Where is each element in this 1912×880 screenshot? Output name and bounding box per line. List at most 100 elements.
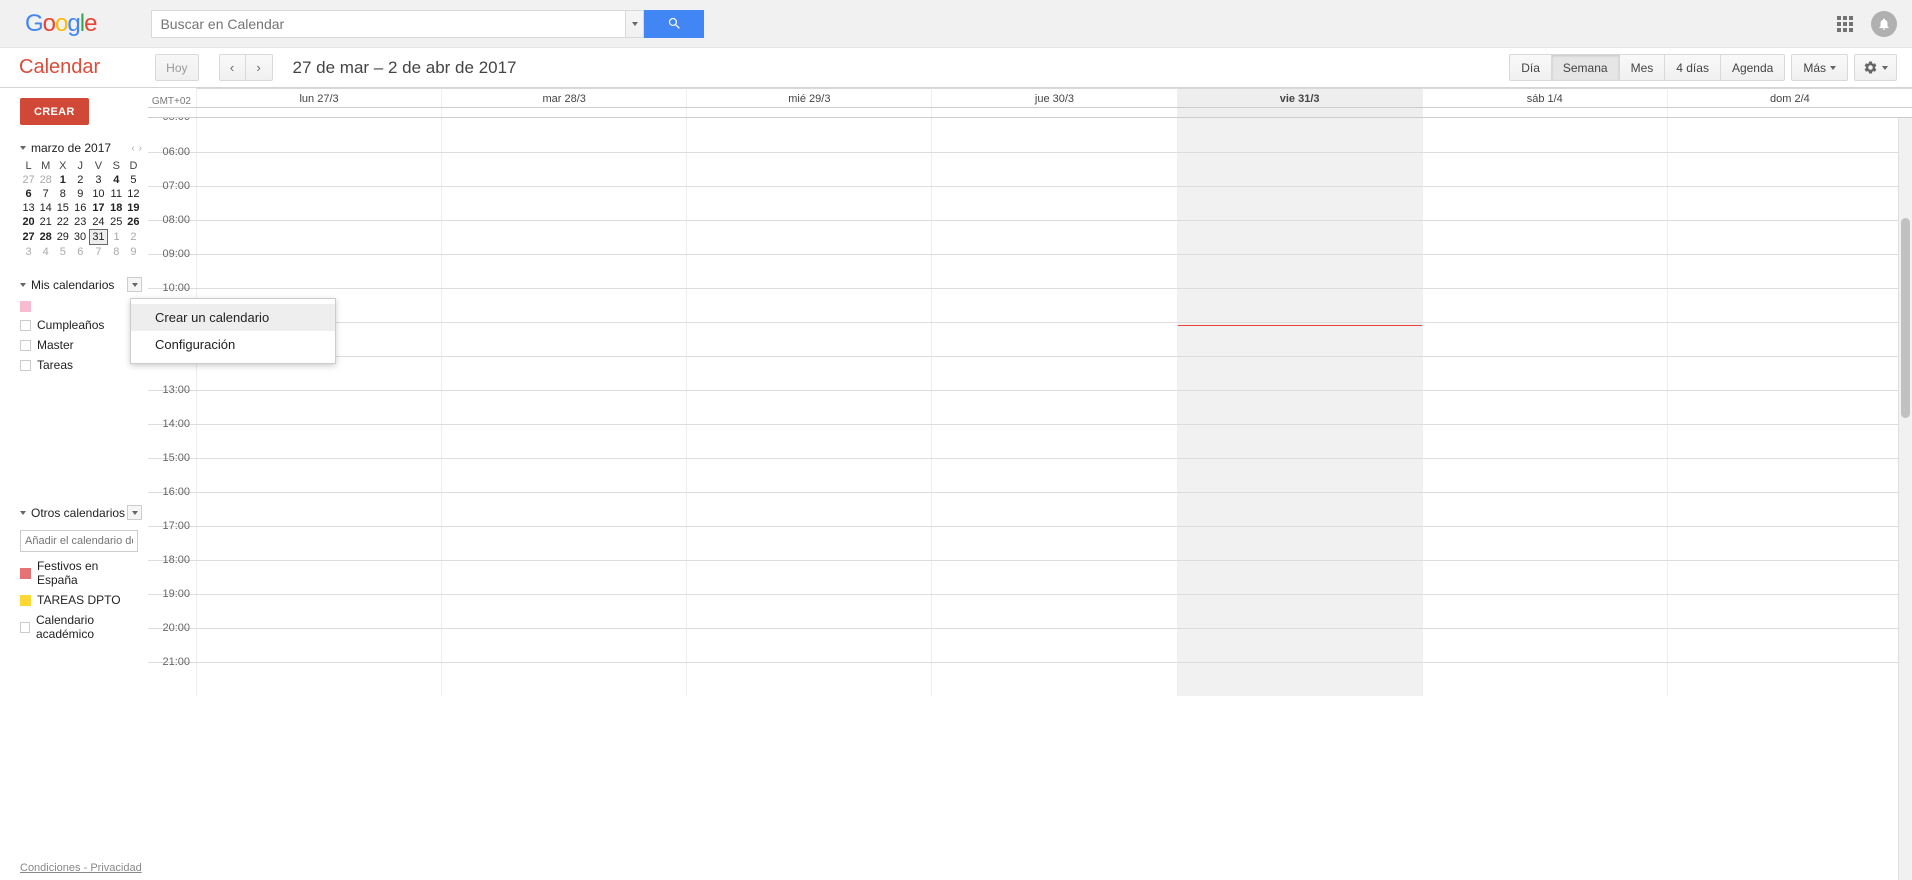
hour-cell[interactable] <box>1422 459 1667 492</box>
hour-cell[interactable] <box>686 289 931 322</box>
hour-cell[interactable] <box>686 493 931 526</box>
mini-day[interactable]: 21 <box>37 215 54 230</box>
hour-cell[interactable] <box>1177 595 1422 628</box>
hour-cell[interactable] <box>1422 493 1667 526</box>
mini-day[interactable]: 16 <box>71 201 89 215</box>
hour-cell[interactable] <box>1667 527 1912 560</box>
view-day[interactable]: Día <box>1509 54 1551 81</box>
hour-cell[interactable] <box>686 663 931 696</box>
calendar-item[interactable]: Festivos en España <box>20 556 142 590</box>
hour-cell[interactable] <box>1667 493 1912 526</box>
hour-cell[interactable] <box>686 391 931 424</box>
calendar-item[interactable]: Master <box>20 335 142 355</box>
hour-cell[interactable] <box>1667 221 1912 254</box>
search-input[interactable] <box>151 10 626 38</box>
allday-cell[interactable] <box>931 108 1176 117</box>
my-calendars-menu[interactable] <box>127 277 142 292</box>
hour-cell[interactable] <box>1177 323 1422 356</box>
hour-cell[interactable] <box>1667 153 1912 186</box>
hour-cell[interactable] <box>441 187 686 220</box>
day-header[interactable]: vie 31/3 <box>1177 88 1422 107</box>
menu-create-calendar[interactable]: Crear un calendario <box>131 304 335 331</box>
hour-cell[interactable] <box>441 391 686 424</box>
mini-day[interactable]: 5 <box>125 173 142 187</box>
hour-cell[interactable] <box>441 595 686 628</box>
hour-cell[interactable] <box>686 459 931 492</box>
day-header[interactable]: lun 27/3 <box>196 88 441 107</box>
hour-cell[interactable] <box>1422 663 1667 696</box>
next-week-button[interactable]: › <box>246 55 272 80</box>
mini-prev[interactable]: ‹ <box>131 143 134 154</box>
hour-cell[interactable] <box>1667 255 1912 288</box>
mini-day[interactable]: 30 <box>71 230 89 245</box>
hour-cell[interactable] <box>196 493 441 526</box>
hour-cell[interactable] <box>686 221 931 254</box>
hour-cell[interactable] <box>1667 357 1912 390</box>
hour-cell[interactable] <box>1422 629 1667 662</box>
view-4days[interactable]: 4 días <box>1664 54 1720 81</box>
mini-day[interactable]: 7 <box>89 245 108 260</box>
hour-cell[interactable] <box>1177 221 1422 254</box>
mini-day[interactable]: 8 <box>54 187 71 201</box>
hour-cell[interactable] <box>686 357 931 390</box>
hour-cell[interactable] <box>1667 323 1912 356</box>
hour-cell[interactable] <box>1177 187 1422 220</box>
mini-day[interactable]: 3 <box>20 245 37 260</box>
allday-cell[interactable] <box>441 108 686 117</box>
hour-cell[interactable] <box>1667 629 1912 662</box>
hour-cell[interactable] <box>441 357 686 390</box>
hour-cell[interactable] <box>931 391 1176 424</box>
hour-cell[interactable] <box>1177 255 1422 288</box>
hour-cell[interactable] <box>931 118 1176 152</box>
view-month[interactable]: Mes <box>1619 54 1665 81</box>
hour-cell[interactable] <box>1177 391 1422 424</box>
calendar-item[interactable]: Tareas <box>20 355 142 375</box>
hour-cell[interactable] <box>686 187 931 220</box>
mini-day[interactable]: 3 <box>89 173 108 187</box>
mini-day[interactable]: 4 <box>108 173 125 187</box>
hour-cell[interactable] <box>1177 289 1422 322</box>
app-title[interactable]: Calendar <box>19 56 100 79</box>
hour-cell[interactable] <box>1667 561 1912 594</box>
hour-cell[interactable] <box>1422 527 1667 560</box>
hour-cell[interactable] <box>1422 323 1667 356</box>
hour-cell[interactable] <box>196 255 441 288</box>
hour-cell[interactable] <box>1422 187 1667 220</box>
hour-cell[interactable] <box>686 255 931 288</box>
day-header[interactable]: mar 28/3 <box>441 88 686 107</box>
hour-cell[interactable] <box>686 118 931 152</box>
hour-cell[interactable] <box>931 221 1176 254</box>
hour-cell[interactable] <box>441 425 686 458</box>
hour-cell[interactable] <box>1667 391 1912 424</box>
day-header[interactable]: mié 29/3 <box>686 88 931 107</box>
hour-cell[interactable] <box>931 357 1176 390</box>
mini-day[interactable]: 6 <box>71 245 89 260</box>
mini-day[interactable]: 28 <box>37 230 54 245</box>
hour-cell[interactable] <box>931 595 1176 628</box>
mini-day[interactable]: 25 <box>108 215 125 230</box>
mini-day[interactable]: 2 <box>71 173 89 187</box>
allday-cell[interactable] <box>686 108 931 117</box>
mini-day[interactable]: 6 <box>20 187 37 201</box>
hour-cell[interactable] <box>441 323 686 356</box>
privacy-link[interactable]: Privacidad <box>90 862 141 874</box>
hour-cell[interactable] <box>931 561 1176 594</box>
mini-day[interactable]: 31 <box>89 230 108 245</box>
mini-day[interactable]: 13 <box>20 201 37 215</box>
day-header[interactable]: dom 2/4 <box>1667 88 1912 107</box>
hour-cell[interactable] <box>196 221 441 254</box>
hour-cell[interactable] <box>196 118 441 152</box>
hour-cell[interactable] <box>1422 289 1667 322</box>
terms-link[interactable]: Condiciones <box>20 862 81 874</box>
hour-cell[interactable] <box>1177 493 1422 526</box>
hour-cell[interactable] <box>1422 255 1667 288</box>
hour-cell[interactable] <box>1667 187 1912 220</box>
hour-cell[interactable] <box>1422 118 1667 152</box>
allday-cell[interactable] <box>196 108 441 117</box>
day-header[interactable]: jue 30/3 <box>931 88 1176 107</box>
create-button[interactable]: CREAR <box>20 98 89 125</box>
other-calendars-menu[interactable] <box>127 505 142 520</box>
hour-cell[interactable] <box>931 459 1176 492</box>
hour-cell[interactable] <box>441 527 686 560</box>
calendar-item[interactable] <box>20 298 142 315</box>
